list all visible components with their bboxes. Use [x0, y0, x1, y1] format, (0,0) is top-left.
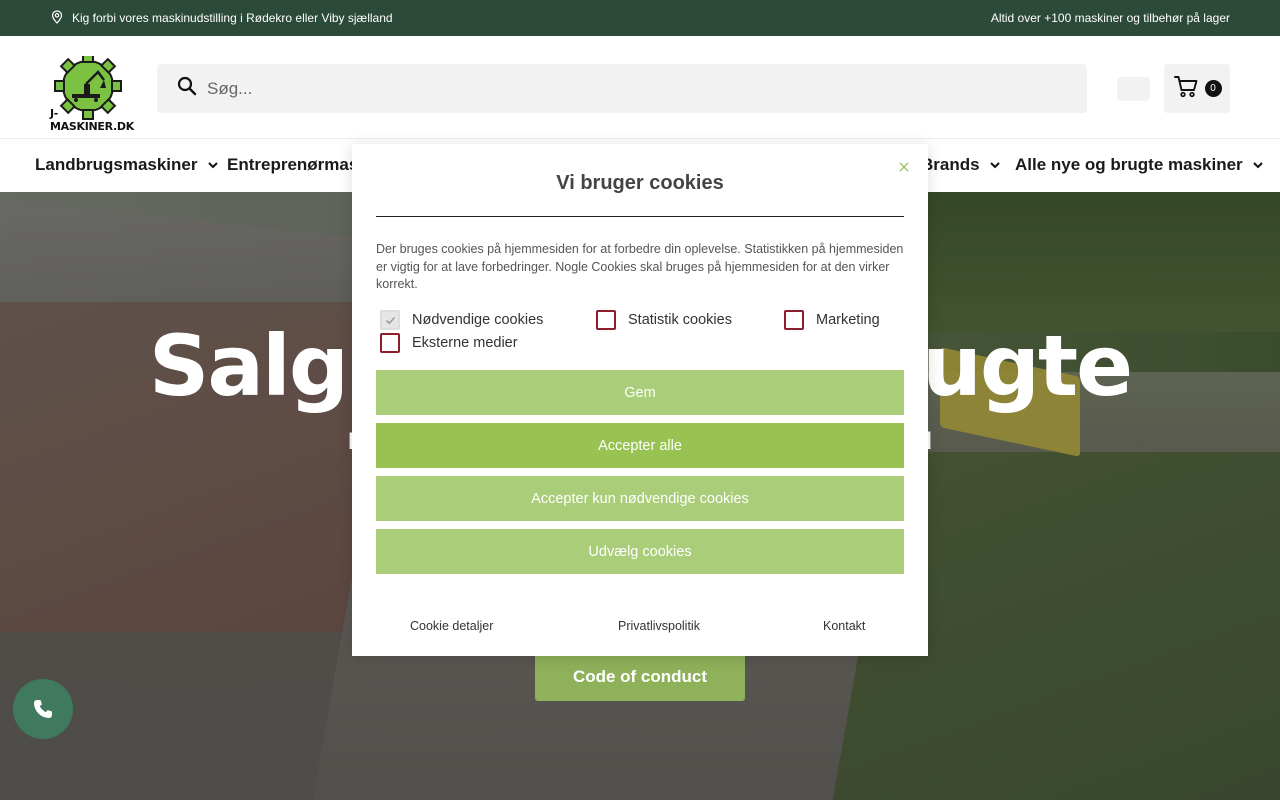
cookie-dialog-title: Vi bruger cookies — [556, 172, 724, 194]
checkbox-statistics-cookies[interactable]: Statistik cookies — [596, 310, 732, 330]
checkbox-box — [380, 310, 400, 330]
checkbox-label: Nødvendige cookies — [412, 312, 544, 328]
account-button[interactable] — [1117, 77, 1150, 101]
site-header: J-MASKINER.DK 0 — [0, 36, 1280, 140]
checkbox-label: Marketing — [816, 312, 880, 328]
nav-item-alle-maskiner[interactable]: Alle nye og brugte maskiner — [1015, 155, 1263, 175]
stock-text: Altid over +100 maskiner og tilbehør på … — [990, 11, 1230, 25]
search-icon[interactable] — [177, 76, 197, 101]
showroom-text: Kig forbi vores maskinudstilling i Rødek… — [72, 11, 393, 25]
search-bar[interactable] — [157, 64, 1087, 113]
checkbox-marketing-cookies[interactable]: Marketing — [784, 310, 880, 330]
save-button[interactable]: Gem — [376, 370, 904, 415]
logo-wordmark: J-MASKINER.DK — [50, 107, 134, 133]
accept-all-button[interactable]: Accepter alle — [376, 423, 904, 468]
nav-item-label: Alle nye og brugte maskiner — [1015, 155, 1243, 174]
checkmark-icon — [385, 316, 395, 324]
contact-link[interactable]: Kontakt — [823, 619, 865, 633]
nav-item-label: Brands — [921, 155, 980, 174]
checkbox-label: Statistik cookies — [628, 312, 732, 328]
cookie-dialog-description: Der bruges cookies på hjemmesiden for at… — [376, 242, 904, 291]
checkbox-external-media[interactable]: Eksterne medier — [380, 333, 518, 353]
checkbox-box — [784, 310, 804, 330]
code-of-conduct-button[interactable]: Code of conduct — [535, 652, 745, 701]
chevron-down-icon — [989, 162, 1000, 169]
checkbox-box — [380, 333, 400, 353]
nav-item-label: Landbrugsmaskiner — [35, 155, 198, 174]
phone-icon — [34, 700, 52, 718]
nav-item-landbrugsmaskiner[interactable]: Landbrugsmaskiner — [35, 155, 218, 175]
cart-count-badge: 0 — [1204, 80, 1222, 97]
chevron-down-icon — [207, 162, 218, 169]
cart-icon — [1173, 73, 1199, 104]
top-info-bar: Kig forbi vores maskinudstilling i Rødek… — [0, 0, 1280, 36]
nav-item-brands[interactable]: Brands — [921, 155, 1000, 175]
cookie-details-link[interactable]: Cookie detaljer — [410, 619, 493, 633]
top-info-left: Kig forbi vores maskinudstilling i Rødek… — [50, 9, 393, 27]
cart-button[interactable]: 0 — [1164, 64, 1230, 113]
accept-necessary-button[interactable]: Accepter kun nødvendige cookies — [376, 476, 904, 521]
privacy-policy-link[interactable]: Privatlivspolitik — [618, 619, 700, 633]
checkbox-label: Eksterne medier — [412, 335, 518, 351]
search-input[interactable] — [207, 78, 1007, 99]
divider — [376, 216, 904, 217]
phone-call-button[interactable] — [13, 679, 73, 739]
checkbox-necessary-cookies[interactable]: Nødvendige cookies — [380, 310, 543, 330]
location-pin-icon — [50, 9, 64, 27]
cookie-consent-dialog: Vi bruger cookies Der bruges cookies på … — [352, 144, 928, 656]
chevron-down-icon — [1252, 162, 1263, 169]
select-cookies-button[interactable]: Udvælg cookies — [376, 529, 904, 574]
checkbox-box — [596, 310, 616, 330]
